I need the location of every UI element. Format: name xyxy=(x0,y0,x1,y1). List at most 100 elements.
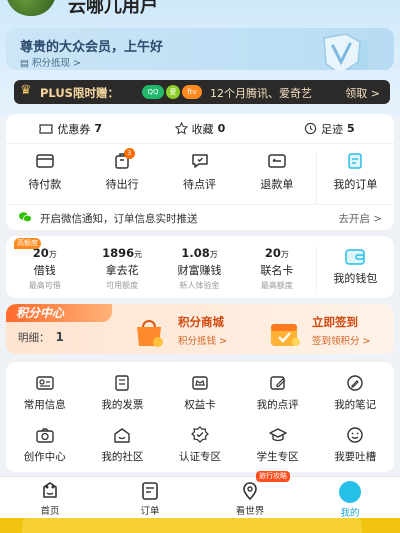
footprint-icon xyxy=(304,122,317,135)
points-cash-label: 积分抵现 > xyxy=(32,58,81,69)
tool-feedback[interactable]: 我要吐槽 xyxy=(316,426,394,464)
order-pending-review[interactable]: 待点评 xyxy=(161,152,238,204)
order-pending-travel[interactable]: 3 待出行 xyxy=(83,148,160,204)
checkin-title: 立即签到 xyxy=(312,315,358,329)
graduation-icon xyxy=(268,428,287,442)
order-all[interactable]: 我的订单 xyxy=(315,152,394,204)
tab-label: 订单 xyxy=(140,506,160,517)
wechat-notice[interactable]: 开启微信通知，订单信息实时推送 去开启 > xyxy=(6,204,394,230)
points-detail-value: 1 xyxy=(55,330,64,344)
world-icon xyxy=(243,482,257,501)
star-icon xyxy=(174,122,188,135)
id-card-icon xyxy=(36,376,54,390)
tool-label: 我的社区 xyxy=(101,451,144,463)
tool-label: 权益卡 xyxy=(184,399,216,411)
crown-icon: ♛ xyxy=(20,83,32,98)
tool-label: 我的发票 xyxy=(101,399,144,411)
wallet-label: 我的钱包 xyxy=(333,272,378,285)
checkin-sub: 签到领积分 > xyxy=(312,336,371,347)
tencent-video-logo: QQ xyxy=(142,85,164,99)
my-wallet-icon xyxy=(345,249,366,265)
wallet-label: 联名卡 xyxy=(260,264,294,277)
wallet-sub: 可用额度 xyxy=(106,281,139,290)
order-refunds[interactable]: 退款单 xyxy=(238,152,315,204)
wallet-icon xyxy=(35,154,54,168)
wallet-naquhua[interactable]: 1896元 拿去花 可用额度 xyxy=(83,246,160,294)
wallet-cobrand-card[interactable]: 20万 联名卡 最高额度 xyxy=(238,246,315,294)
stats-row: 优惠券 7 收藏 0 足迹 5 xyxy=(6,114,394,144)
username[interactable]: 云哪儿用户 xyxy=(68,0,158,18)
tab-orders[interactable]: 订单 xyxy=(100,477,200,518)
high-limit-badge: 高额度 xyxy=(14,238,41,249)
points-center-card: 积分中心 明细： 1 积分商城 积分抵钱 > 立即签到 签到领积分 > xyxy=(6,304,394,354)
wallet-wealth[interactable]: 1.08万 财富赚钱 新人体验金 xyxy=(161,246,238,294)
member-card[interactable]: 尊贵的大众会员，上午好 ▤ 积分抵现 > xyxy=(6,28,394,70)
travel-guide-tag: 旅行攻略 xyxy=(256,471,290,482)
tab-world[interactable]: 旅行攻略 看世界 xyxy=(200,471,300,518)
points-center-title: 积分中心 xyxy=(6,304,112,322)
order-list-icon xyxy=(348,153,363,169)
iqiyi-logo: 爱 xyxy=(166,85,180,99)
tools-card: 常用信息 我的发票 权益卡 我的点评 我的笔记 创作中心 我的社区 认证专区 学… xyxy=(6,362,394,472)
ticket-icon xyxy=(39,123,53,134)
stat-value: 7 xyxy=(94,122,102,135)
tool-common-info[interactable]: 常用信息 xyxy=(6,374,84,412)
tab-me[interactable]: 我的 xyxy=(300,477,400,519)
points-mall-title: 积分商城 xyxy=(178,315,224,329)
comment-icon xyxy=(191,154,208,168)
tab-home[interactable]: 首页 xyxy=(0,477,100,518)
invoice-icon xyxy=(115,375,130,391)
order-label: 待点评 xyxy=(183,178,217,191)
my-wallet[interactable]: 我的钱包 xyxy=(315,246,394,294)
wallet-row: 高额度 20万 借钱 最高可借 1896元 拿去花 可用额度 1.08万 财富赚… xyxy=(6,236,394,294)
crown-card-icon xyxy=(192,376,208,390)
wallet-loan[interactable]: 高额度 20万 借钱 最高可借 xyxy=(6,238,83,294)
stat-coupons[interactable]: 优惠券 7 xyxy=(6,114,135,143)
stat-footprints[interactable]: 足迹 5 xyxy=(265,114,394,143)
plus-banner[interactable]: ♛ PLUS限时赠： QQ 爱 ftv 12个月腾讯、爱奇艺 领取 > xyxy=(14,80,390,104)
tool-my-community[interactable]: 我的社区 xyxy=(84,426,162,464)
tool-label: 我的笔记 xyxy=(334,399,377,411)
pen-icon xyxy=(347,375,363,391)
stat-value: 5 xyxy=(346,122,355,135)
order-shortcuts: 待付款 3 待出行 待点评 退款单 我的订单 xyxy=(6,144,394,204)
points-card-icon: ▤ xyxy=(20,58,29,69)
points-detail-label: 明细： xyxy=(18,332,50,344)
tool-benefit-card[interactable]: 权益卡 xyxy=(161,374,239,412)
points-detail[interactable]: 明细： 1 xyxy=(18,330,64,345)
tool-my-reviews[interactable]: 我的点评 xyxy=(239,374,317,412)
order-label: 待出行 xyxy=(105,178,139,191)
wallet-amount: 1.08万 xyxy=(181,246,218,260)
tool-verified-zone[interactable]: 认证专区 xyxy=(161,426,239,464)
camera-icon xyxy=(36,428,54,443)
plus-receive-button[interactable]: 领取 > xyxy=(345,85,380,101)
member-greeting: 尊贵的大众会员，上午好 xyxy=(20,40,164,55)
order-label: 退款单 xyxy=(260,178,294,191)
points-mall[interactable]: 积分商城 积分抵钱 > xyxy=(178,314,227,347)
order-label: 待付款 xyxy=(28,178,62,191)
plus-description: 12个月腾讯、爱奇艺 xyxy=(210,87,312,100)
stat-label: 足迹 xyxy=(320,122,343,136)
points-cash-link[interactable]: ▤ 积分抵现 > xyxy=(20,55,81,69)
tools-grid: 常用信息 我的发票 权益卡 我的点评 我的笔记 创作中心 我的社区 认证专区 学… xyxy=(6,362,394,464)
wechat-icon xyxy=(19,212,32,223)
tool-label: 认证专区 xyxy=(178,451,221,463)
tool-my-notes[interactable]: 我的笔记 xyxy=(316,374,394,412)
tool-invoices[interactable]: 我的发票 xyxy=(84,374,162,412)
bottom-tab-bar: 首页 订单 旅行攻略 看世界 我的 xyxy=(0,471,400,519)
wallet-sub: 最高可借 xyxy=(28,281,61,290)
me-icon xyxy=(339,481,361,503)
tool-label: 常用信息 xyxy=(23,399,66,411)
order-pending-payment[interactable]: 待付款 xyxy=(6,152,83,204)
home-icon xyxy=(43,482,57,498)
orders-tab-icon xyxy=(142,482,158,500)
wallet-sub: 新人体验金 xyxy=(179,281,220,290)
tool-student-zone[interactable]: 学生专区 xyxy=(239,426,317,464)
daily-checkin[interactable]: 立即签到 签到领积分 > xyxy=(312,314,370,347)
stat-favorites[interactable]: 收藏 0 xyxy=(135,114,264,143)
tool-label: 我的点评 xyxy=(256,399,299,411)
wechat-enable-link[interactable]: 去开启 > xyxy=(338,211,382,226)
tool-creator-center[interactable]: 创作中心 xyxy=(6,426,84,464)
orders-card: 优惠券 7 收藏 0 足迹 5 待付款 3 待出行 待点评 退款单 我的订单 开… xyxy=(6,114,394,230)
wallet-label: 借钱 xyxy=(33,264,56,277)
